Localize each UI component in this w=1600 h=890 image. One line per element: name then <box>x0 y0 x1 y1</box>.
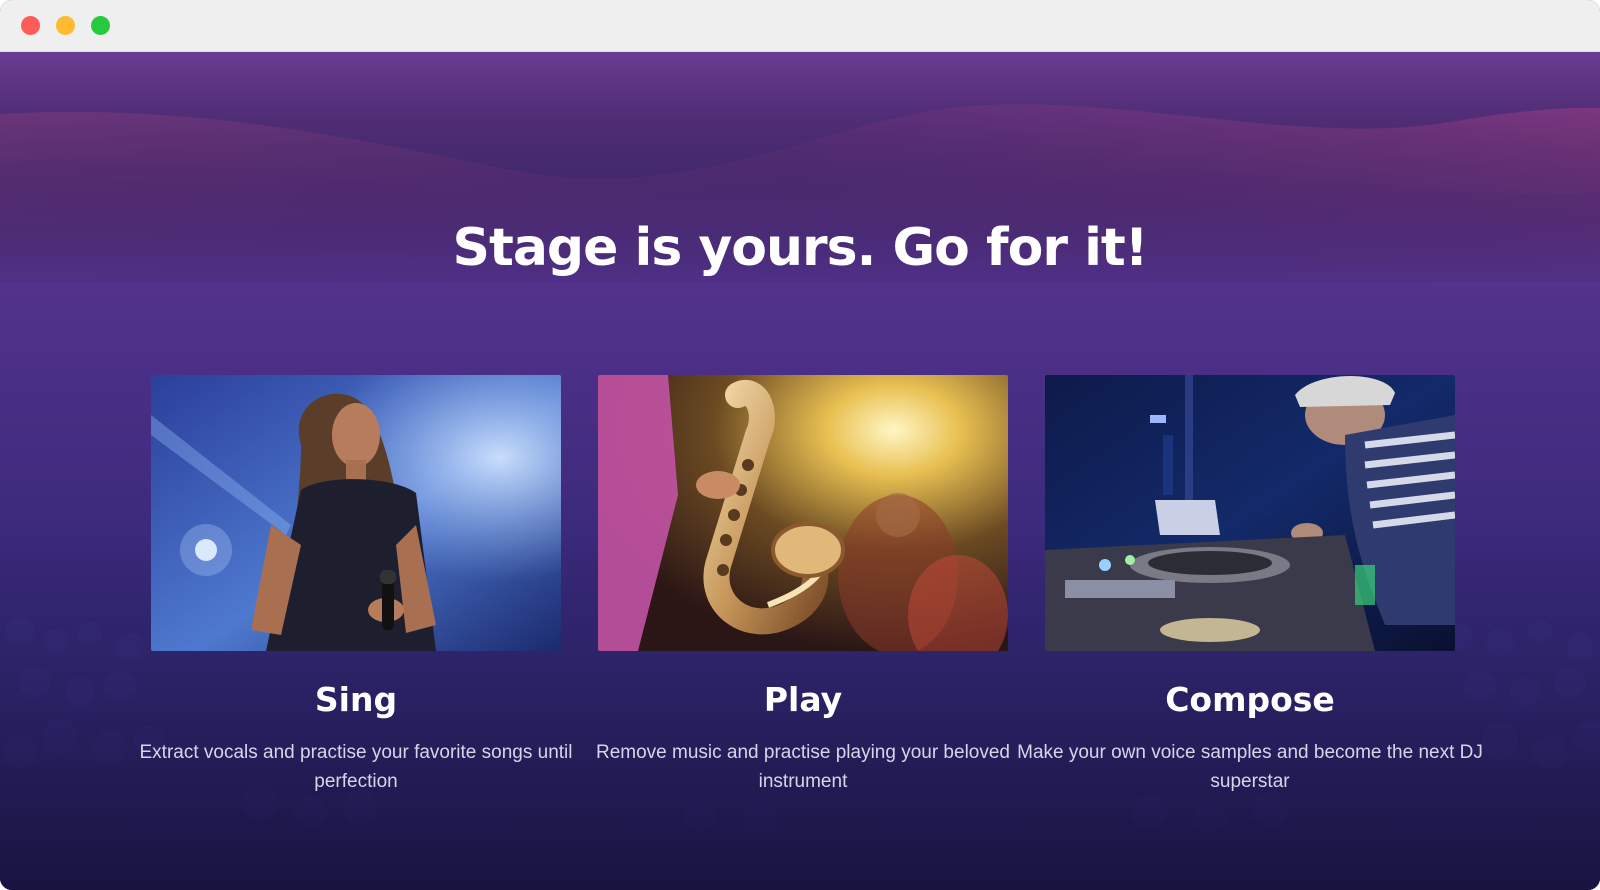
zoom-window-button[interactable] <box>91 16 110 35</box>
feature-description: Make your own voice samples and become t… <box>1017 742 1483 792</box>
minimize-window-button[interactable] <box>56 16 75 35</box>
hero-section: Stage is yours. Go for it! Sing Extract … <box>0 52 1600 890</box>
hero-headline: Stage is yours. Go for it! <box>452 218 1149 278</box>
window-titlebar <box>0 0 1600 52</box>
feature-title: Sing <box>314 680 398 719</box>
feature-title: Compose <box>1165 680 1335 719</box>
close-window-button[interactable] <box>21 16 40 35</box>
feature-title: Play <box>763 680 843 719</box>
saxophone-photo <box>598 375 1008 651</box>
browser-window: Stage is yours. Go for it! Sing Extract … <box>0 0 1600 890</box>
feature-description: Remove music and practise playing your b… <box>596 742 1010 792</box>
dj-turntable-photo <box>1045 375 1455 651</box>
feature-description: Extract vocals and practise your favorit… <box>139 742 573 792</box>
singer-photo <box>151 375 561 651</box>
